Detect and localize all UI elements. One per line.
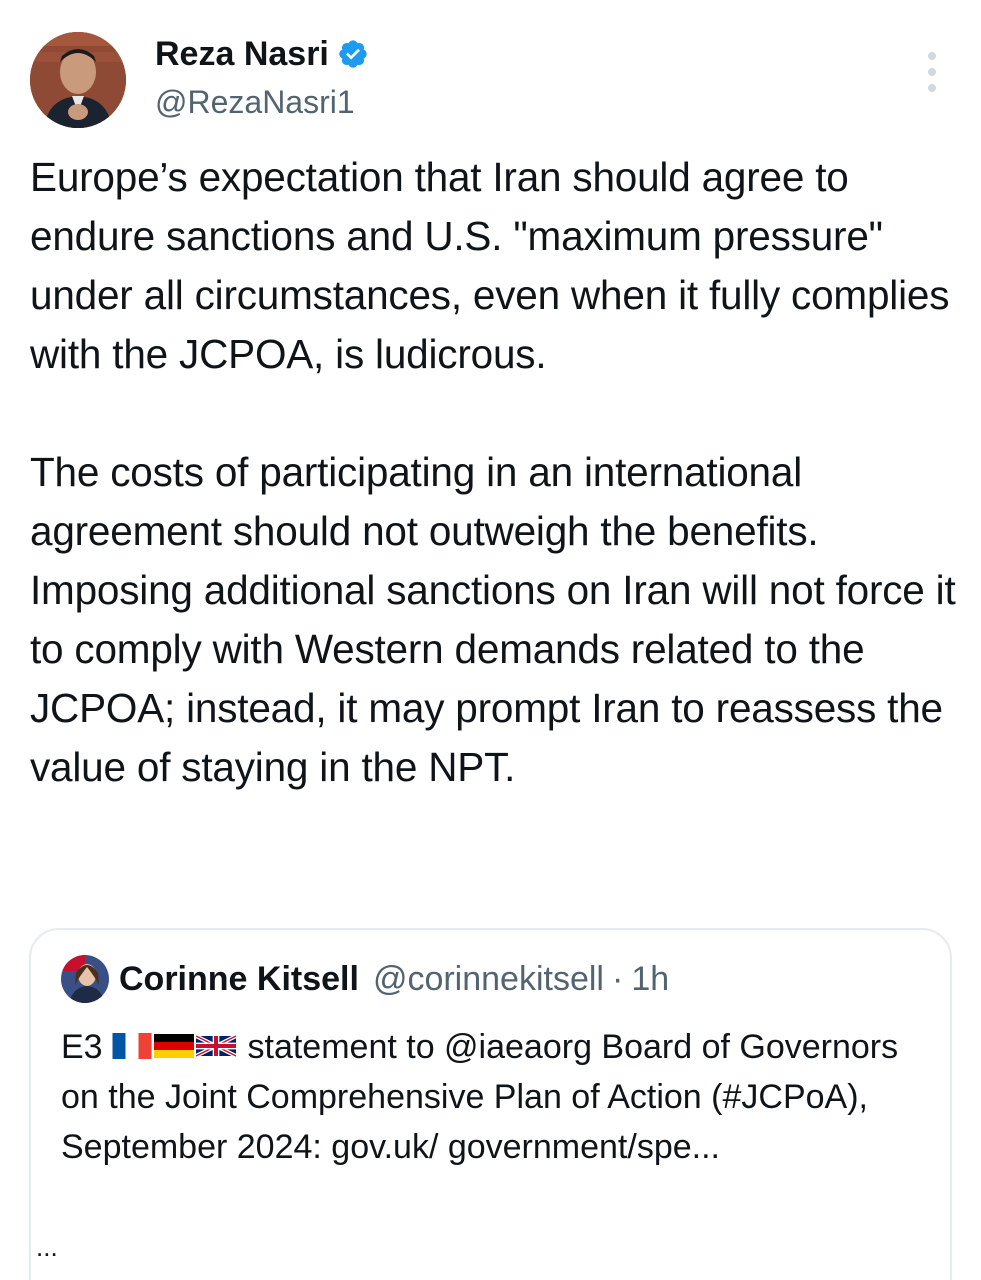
quoted-timestamp[interactable]: 1h	[631, 958, 669, 1000]
quoted-tweet-text: E3 statement to @iaeaorg Board of Govern…	[61, 1022, 931, 1172]
author-handle[interactable]: @RezaNasri1	[155, 82, 355, 122]
germany-flag-icon	[154, 1034, 195, 1059]
uk-flag-icon	[196, 1034, 237, 1058]
quoted-text-prefix: E3	[61, 1028, 103, 1066]
france-flag-icon	[112, 1033, 152, 1060]
author-display-name[interactable]: Reza Nasri	[155, 34, 329, 74]
quoted-ellipsis: ...	[36, 1232, 58, 1262]
quoted-tweet-header: Corinne Kitsell @corinnekitsell · 1h	[119, 958, 669, 1000]
quoted-tweet[interactable]: Corinne Kitsell @corinnekitsell · 1h E3 …	[29, 928, 952, 1280]
more-options-icon[interactable]	[920, 52, 944, 92]
quoted-header-separator: ·	[611, 960, 624, 998]
tweet-text: Europe’s expectation that Iran should ag…	[30, 148, 965, 797]
tweet-card: Reza Nasri @RezaNasri1 Europe’s expectat…	[0, 0, 981, 1280]
verified-badge-icon	[337, 38, 369, 70]
tweet-paragraph-1: Europe’s expectation that Iran should ag…	[30, 154, 950, 377]
author-name-row: Reza Nasri	[155, 34, 369, 74]
author-avatar[interactable]	[30, 32, 126, 128]
tweet-paragraph-2: The costs of participating in an interna…	[30, 449, 956, 790]
quoted-author-name[interactable]: Corinne Kitsell	[119, 958, 359, 1000]
quoted-author-handle[interactable]: @corinnekitsell	[373, 958, 604, 1000]
quoted-author-avatar[interactable]	[61, 955, 109, 1003]
